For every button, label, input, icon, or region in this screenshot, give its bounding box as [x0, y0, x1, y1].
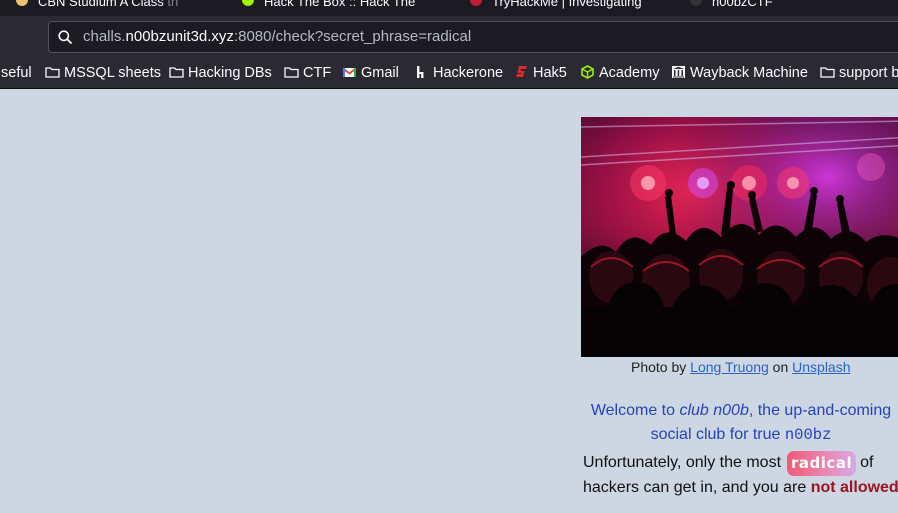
tab-label: n00bzCTF	[712, 0, 773, 9]
hackerone-icon	[417, 66, 424, 78]
caption-prefix: Photo by	[631, 359, 691, 375]
n00bz-code: n00bz	[784, 426, 832, 444]
folder-icon	[284, 67, 299, 78]
access-text-1: Unfortunately, only the most	[583, 454, 782, 471]
tab-label: CBN Studium A Class	[38, 0, 164, 9]
not-allowed-text: not allowed	[810, 479, 898, 496]
bookmark-hacking-dbs[interactable]: Hacking DBs	[169, 63, 272, 83]
tab-label-fade: th	[163, 0, 179, 9]
url-host: n00bzunit3d.xyz	[125, 28, 234, 45]
htb-academy-icon	[581, 65, 594, 79]
unsplash-link[interactable]: Unsplash	[792, 359, 850, 375]
n00bz-favicon-icon	[690, 0, 702, 6]
bookmark-hackerone[interactable]: Hackerone	[414, 63, 503, 83]
welcome-text-1: Welcome to	[590, 402, 680, 419]
bookmark-academy[interactable]: Academy	[580, 63, 659, 83]
bookmark-hak5[interactable]: Hak5	[514, 63, 567, 83]
gmail-icon	[342, 67, 357, 77]
tab-strip: CBN Studium A Class th Hack The Box :: H…	[0, 0, 898, 16]
welcome-message: Welcome to club n00b, the up-and-coming …	[578, 399, 898, 447]
url-path: :8080/check?secret_phrase=radical	[233, 28, 472, 45]
htb-favicon-icon	[242, 0, 254, 6]
club-name: club n00b	[679, 402, 749, 419]
bookmarks-toolbar: seful MSSQL sheets Hacking DBs CTF Gmail…	[0, 59, 898, 87]
photographer-link[interactable]: Long Truong	[690, 359, 769, 375]
browser-chrome: CBN Studium A Class th Hack The Box :: H…	[0, 0, 898, 89]
bookmark-label: Hacking DBs	[188, 65, 272, 81]
wayback-icon	[672, 66, 685, 78]
bookmark-ctf[interactable]: CTF	[284, 63, 331, 83]
hak5-icon	[516, 66, 527, 77]
chrome-divider	[0, 88, 898, 89]
tab-n00bzctf[interactable]: n00bzCTF	[690, 0, 810, 16]
bookmark-label: MSSQL sheets	[64, 65, 161, 81]
tab-studium[interactable]: CBN Studium A Class th	[16, 0, 236, 16]
bookmark-label: Wayback Machine	[690, 65, 808, 81]
folder-icon	[820, 67, 835, 78]
bookmark-label: seful	[1, 65, 32, 81]
tab-tryhackme[interactable]: TryHackMe | Investigating	[470, 0, 670, 16]
bookmark-gmail[interactable]: Gmail	[342, 63, 399, 83]
bookmark-mssql-sheets[interactable]: MSSQL sheets	[45, 63, 161, 83]
club-photo	[581, 117, 898, 357]
radical-badge: radical	[787, 451, 857, 476]
bookmark-label: Hak5	[533, 65, 567, 81]
concert-crowd-image	[581, 117, 898, 357]
bookmark-label: Gmail	[361, 65, 399, 81]
caption-mid: on	[768, 359, 793, 375]
tab-favicon-icon	[16, 0, 28, 6]
folder-icon	[45, 67, 60, 78]
access-message: Unfortunately, only the most radical of ha…	[583, 451, 898, 500]
address-bar[interactable]: challs.n00bzunit3d.xyz:8080/check?secret…	[48, 21, 898, 53]
thm-favicon-icon	[470, 0, 482, 6]
url-text[interactable]: challs.n00bzunit3d.xyz:8080/check?secret…	[83, 28, 471, 45]
bookmark-label: Academy	[599, 65, 660, 81]
bookmark-wayback-machine[interactable]: Wayback Machine	[671, 63, 808, 83]
tab-label: Hack The Box :: Hack The	[264, 0, 416, 9]
photo-caption: Photo by Long Truong on Unsplash	[631, 359, 851, 375]
bookmark-label: CTF	[303, 65, 332, 81]
folder-icon	[169, 67, 184, 78]
url-prefix: challs.	[83, 28, 126, 45]
bookmark-label: Hackerone	[433, 65, 504, 81]
bookmark-support[interactable]: support b	[820, 63, 898, 83]
tab-label: TryHackMe | Investigating	[492, 0, 642, 9]
tab-hackthebox[interactable]: Hack The Box :: Hack The	[242, 0, 442, 16]
search-icon	[58, 30, 72, 44]
bookmark-label: support b	[839, 65, 898, 81]
bookmark-useful[interactable]: seful	[1, 63, 32, 83]
